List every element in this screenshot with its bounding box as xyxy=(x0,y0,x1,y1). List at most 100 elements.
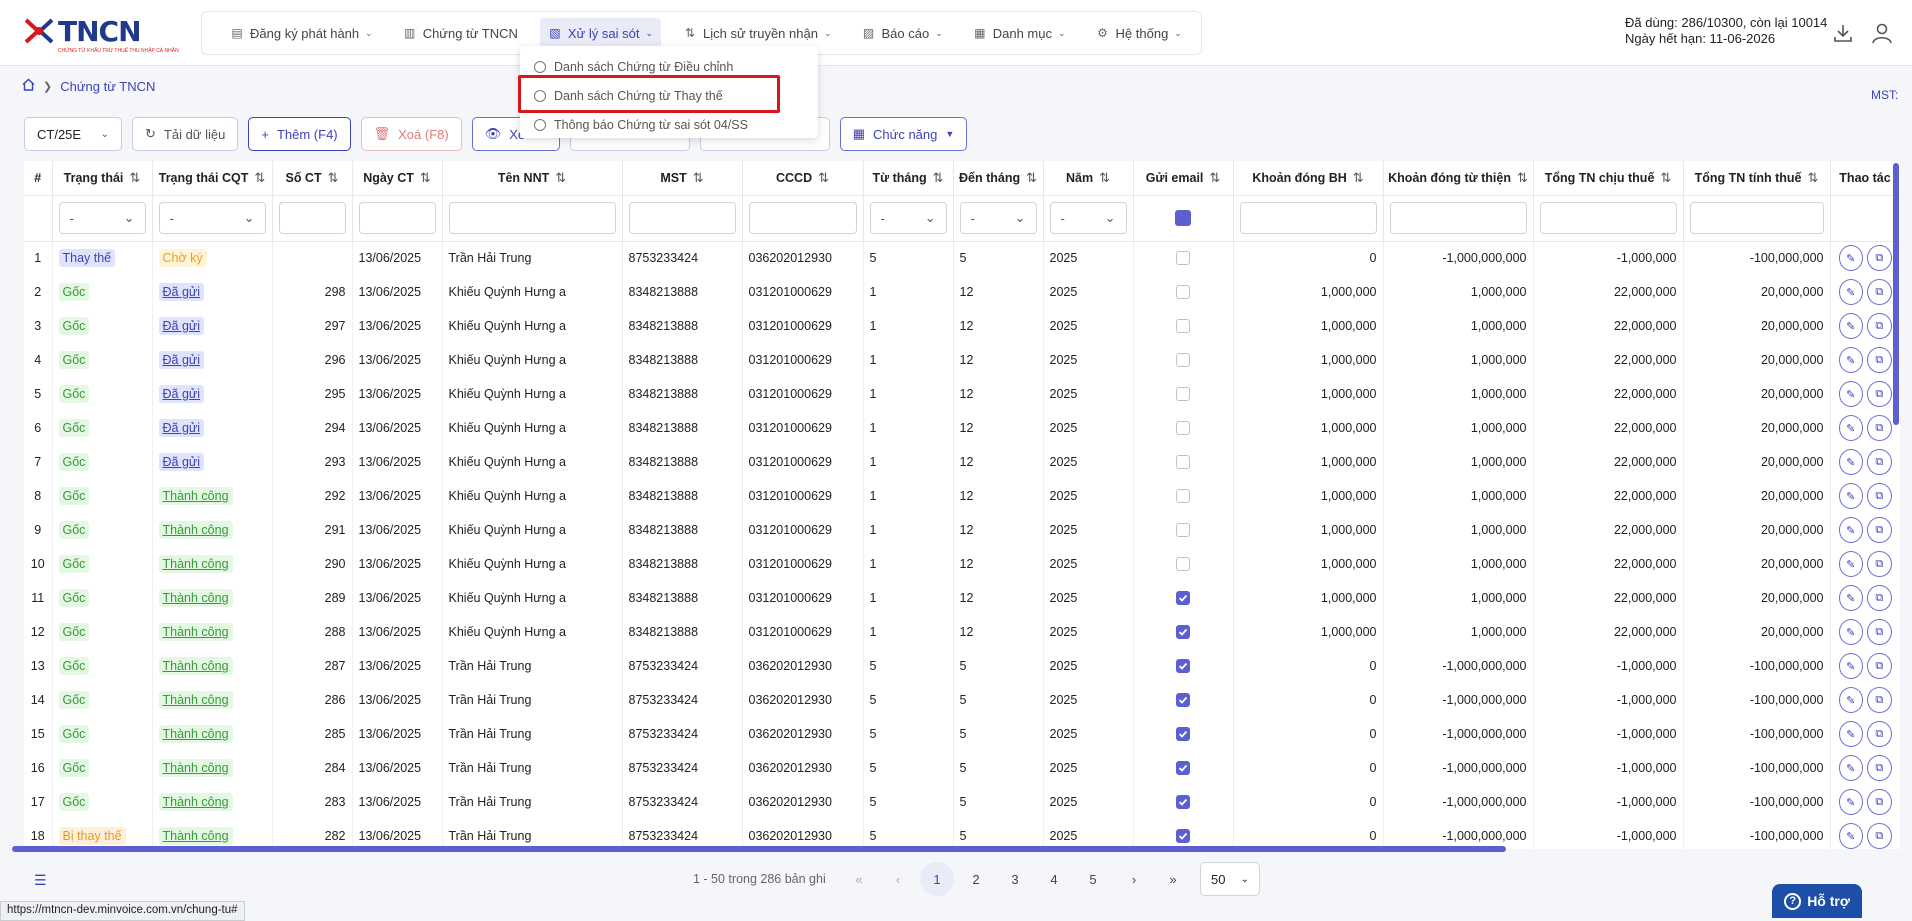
column-header-14[interactable]: Tổng TN chịu thuế ⇅ xyxy=(1533,161,1684,196)
filter-select[interactable]: - ⌄ xyxy=(58,202,146,234)
table-row[interactable]: 8 Gốc Thành công 292 13/06/2025 Khiếu Quỳnh H… xyxy=(24,479,1900,513)
copy-icon[interactable]: ⧉ xyxy=(1867,517,1892,543)
filter-select[interactable]: - ⌄ xyxy=(959,202,1037,234)
nav-item-0[interactable]: ▤ Đăng ký phát hành ⌄ xyxy=(222,18,381,48)
edit-icon[interactable]: ✎ xyxy=(1838,755,1863,781)
filter-input[interactable] xyxy=(358,202,436,234)
table-row[interactable]: 15 Gốc Thành công 285 13/06/2025 Trần Hải Tru… xyxy=(24,717,1900,751)
add-button[interactable]: + Thêm (F4) xyxy=(248,117,351,151)
filter-checkbox[interactable] xyxy=(1175,210,1191,226)
filter-select[interactable]: - ⌄ xyxy=(1049,202,1127,234)
cqt-status-badge[interactable]: Thành công xyxy=(158,555,233,573)
copy-icon[interactable]: ⧉ xyxy=(1867,279,1892,305)
edit-icon[interactable]: ✎ xyxy=(1838,823,1863,849)
cqt-status-badge[interactable]: Đã gửi xyxy=(158,419,205,437)
column-header-2[interactable]: Trạng thái CQT ⇅ xyxy=(152,161,273,196)
email-checkbox[interactable] xyxy=(1176,591,1190,605)
column-header-1[interactable]: Trạng thái ⇅ xyxy=(52,161,153,196)
email-checkbox[interactable] xyxy=(1176,523,1190,537)
filter-input[interactable] xyxy=(278,202,346,234)
download-icon[interactable] xyxy=(1832,22,1854,44)
email-checkbox[interactable] xyxy=(1176,285,1190,299)
sort-icon[interactable]: ⇅ xyxy=(1517,170,1528,185)
sort-icon[interactable]: ⇅ xyxy=(328,170,339,185)
functions-button[interactable]: ▦ Chức năng ▼ xyxy=(839,117,968,151)
cqt-status-badge[interactable]: Chờ ký xyxy=(158,249,207,268)
edit-icon[interactable]: ✎ xyxy=(1838,653,1863,679)
table-row[interactable]: 6 Gốc Đã gửi 294 13/06/2025 Khiếu Quỳnh Hưng … xyxy=(24,411,1900,445)
table-row[interactable]: 12 Gốc Thành công 288 13/06/2025 Khiếu Quỳnh … xyxy=(24,615,1900,649)
column-header-5[interactable]: Tên NNT ⇅ xyxy=(442,161,623,196)
edit-icon[interactable]: ✎ xyxy=(1838,789,1863,815)
copy-icon[interactable]: ⧉ xyxy=(1867,823,1892,849)
copy-icon[interactable]: ⧉ xyxy=(1867,619,1892,645)
last-page-icon[interactable]: » xyxy=(1156,862,1190,896)
cqt-status-badge[interactable]: Thành công xyxy=(158,521,233,539)
cqt-status-badge[interactable]: Thành công xyxy=(158,487,233,505)
column-header-7[interactable]: CCCD ⇅ xyxy=(742,161,864,196)
page-size-select[interactable]: 50 ⌄ xyxy=(1200,862,1260,896)
sort-icon[interactable]: ⇅ xyxy=(818,170,829,185)
email-checkbox[interactable] xyxy=(1176,659,1190,673)
cqt-status-badge[interactable]: Đã gửi xyxy=(158,317,205,335)
edit-icon[interactable]: ✎ xyxy=(1838,721,1863,747)
filter-input[interactable] xyxy=(1689,202,1824,234)
email-checkbox[interactable] xyxy=(1176,795,1190,809)
sort-icon[interactable]: ⇅ xyxy=(1353,170,1364,185)
column-header-10[interactable]: Năm ⇅ xyxy=(1043,161,1134,196)
table-row[interactable]: 1 Thay thế Chờ ký 13/06/2025 Trần Hải Trung 8… xyxy=(24,241,1900,275)
sort-icon[interactable]: ⇅ xyxy=(693,170,704,185)
cqt-status-badge[interactable]: Đã gửi xyxy=(158,351,205,369)
cqt-status-badge[interactable]: Thành công xyxy=(158,827,233,845)
sort-icon[interactable]: ⇅ xyxy=(420,170,431,185)
page-button-2[interactable]: 2 xyxy=(959,862,993,896)
email-checkbox[interactable] xyxy=(1176,353,1190,367)
copy-icon[interactable]: ⧉ xyxy=(1867,585,1892,611)
edit-icon[interactable]: ✎ xyxy=(1838,619,1863,645)
cqt-status-badge[interactable]: Thành công xyxy=(158,657,233,675)
email-checkbox[interactable] xyxy=(1176,829,1190,843)
edit-icon[interactable]: ✎ xyxy=(1838,415,1863,441)
sort-icon[interactable]: ⇅ xyxy=(933,170,944,185)
sort-icon[interactable]: ⇅ xyxy=(1660,170,1671,185)
table-row[interactable]: 13 Gốc Thành công 287 13/06/2025 Trần Hải Tru… xyxy=(24,649,1900,683)
edit-icon[interactable]: ✎ xyxy=(1838,585,1863,611)
column-header-11[interactable]: Gửi email ⇅ xyxy=(1133,161,1234,196)
user-icon[interactable] xyxy=(1871,22,1893,44)
column-header-15[interactable]: Tổng TN tính thuế ⇅ xyxy=(1683,161,1831,196)
copy-icon[interactable]: ⧉ xyxy=(1867,245,1892,272)
nav-item-5[interactable]: ▦ Danh mục ⌄ xyxy=(965,18,1074,48)
column-header-3[interactable]: Số CT ⇅ xyxy=(272,161,353,196)
email-checkbox[interactable] xyxy=(1176,387,1190,401)
table-row[interactable]: 17 Gốc Thành công 283 13/06/2025 Trần Hải Tru… xyxy=(24,785,1900,819)
home-icon[interactable] xyxy=(22,78,35,94)
cqt-status-badge[interactable]: Thành công xyxy=(158,623,233,641)
series-select[interactable]: CT/25E ⌄ xyxy=(24,117,122,151)
edit-icon[interactable]: ✎ xyxy=(1838,517,1863,543)
nav-item-2[interactable]: ▧ Xử lý sai sót ⌄ xyxy=(539,18,661,48)
copy-icon[interactable]: ⧉ xyxy=(1867,755,1892,781)
copy-icon[interactable]: ⧉ xyxy=(1867,449,1892,475)
table-row[interactable]: 2 Gốc Đã gửi 298 13/06/2025 Khiếu Quỳnh Hưng … xyxy=(24,275,1900,309)
filter-input[interactable] xyxy=(1389,202,1527,234)
nav-item-1[interactable]: ▥ Chứng từ TNCN xyxy=(395,18,526,48)
nav-item-4[interactable]: ▨ Báo cáo ⌄ xyxy=(853,18,950,48)
table-row[interactable]: 14 Gốc Thành công 286 13/06/2025 Trần Hải Tru… xyxy=(24,683,1900,717)
delete-button[interactable]: 🗑 Xoá (F8) xyxy=(360,117,462,151)
table-row[interactable]: 4 Gốc Đã gửi 296 13/06/2025 Khiếu Quỳnh Hưng … xyxy=(24,343,1900,377)
email-checkbox[interactable] xyxy=(1176,557,1190,571)
page-button-3[interactable]: 3 xyxy=(998,862,1032,896)
next-page-icon[interactable]: › xyxy=(1117,862,1151,896)
copy-icon[interactable]: ⧉ xyxy=(1867,721,1892,747)
sort-icon[interactable]: ⇅ xyxy=(129,170,140,185)
column-header-13[interactable]: Khoản đóng từ thiện ⇅ xyxy=(1383,161,1534,196)
column-header-4[interactable]: Ngày CT ⇅ xyxy=(352,161,443,196)
edit-icon[interactable]: ✎ xyxy=(1838,313,1863,339)
page-button-5[interactable]: 5 xyxy=(1076,862,1110,896)
prev-page-icon[interactable]: ‹ xyxy=(881,862,915,896)
sort-icon[interactable]: ⇅ xyxy=(555,170,566,185)
cqt-status-badge[interactable]: Đã gửi xyxy=(158,283,205,301)
cqt-status-badge[interactable]: Thành công xyxy=(158,589,233,607)
column-header-12[interactable]: Khoản đóng BH ⇅ xyxy=(1233,161,1384,196)
edit-icon[interactable]: ✎ xyxy=(1838,279,1863,305)
